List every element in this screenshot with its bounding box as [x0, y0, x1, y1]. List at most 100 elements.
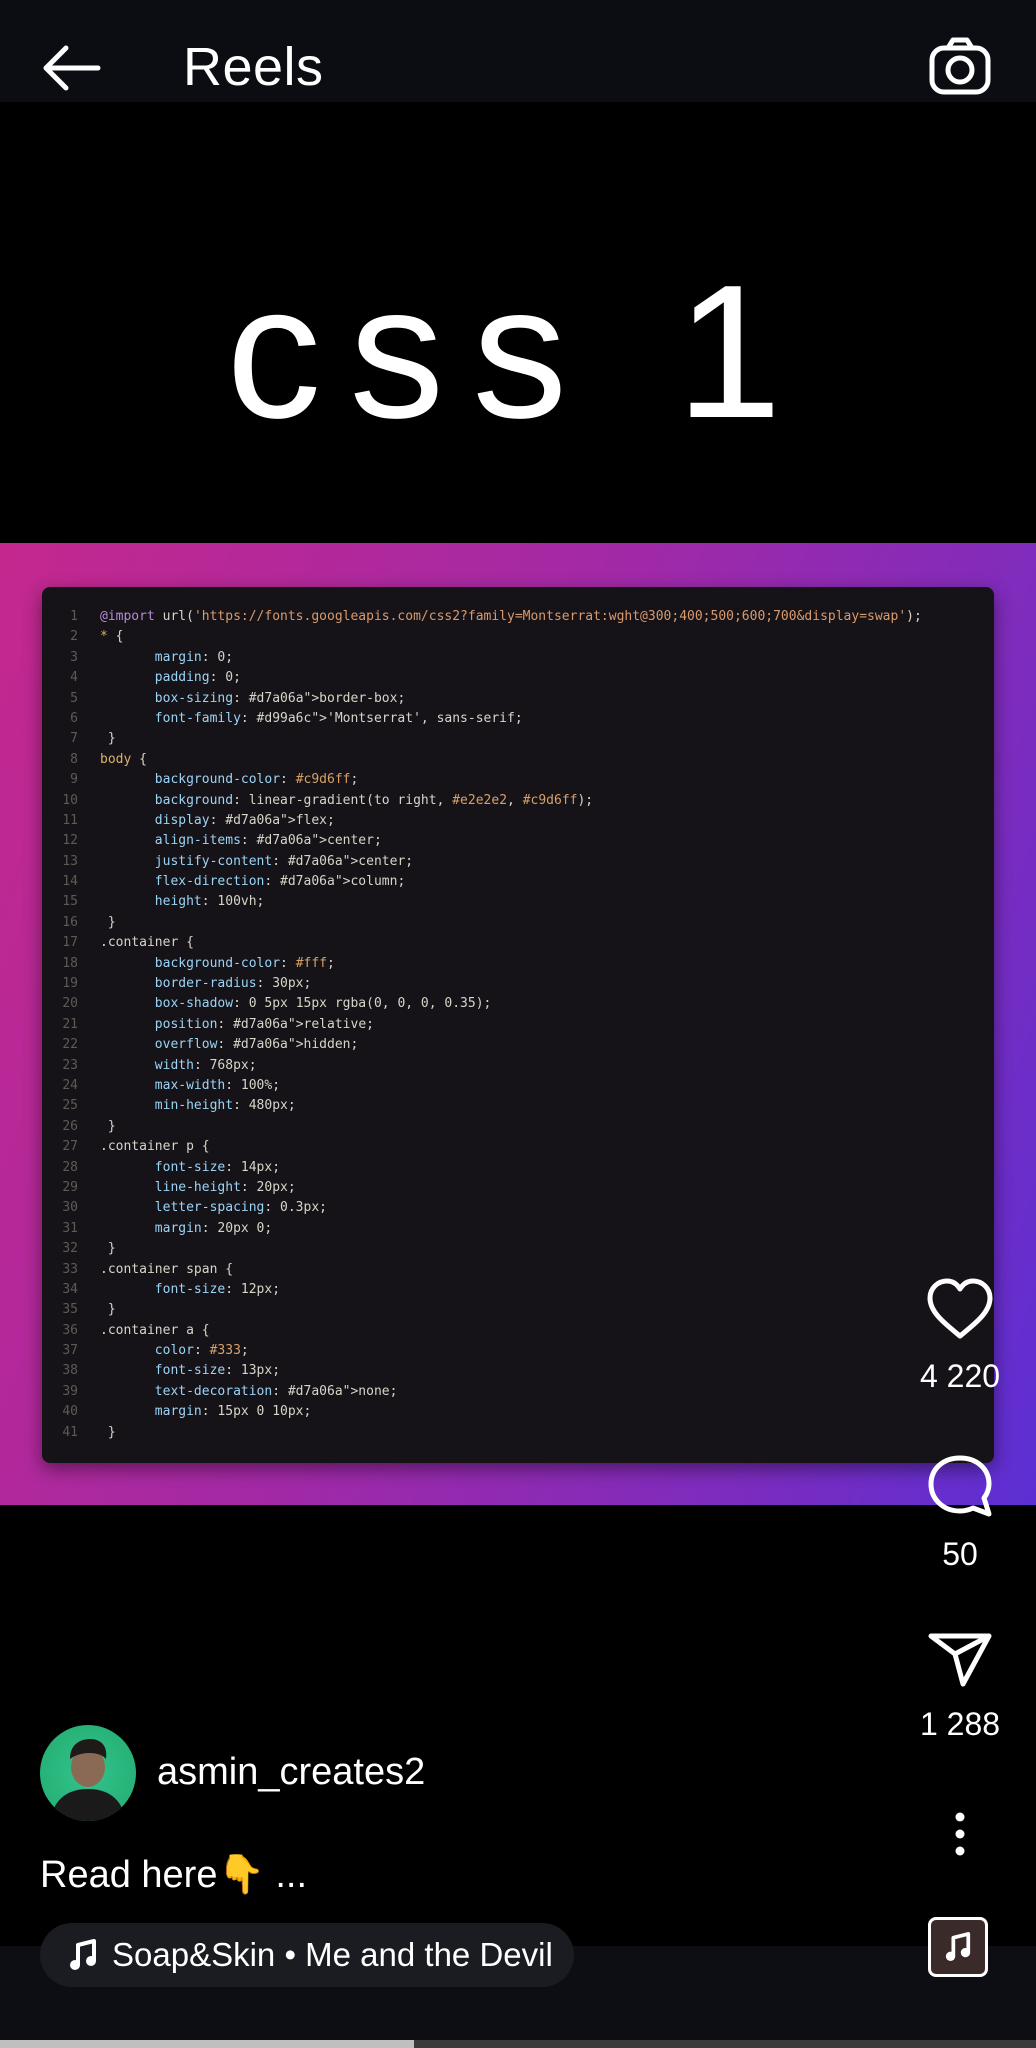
code-line-text: margin: 15px 0 10px;	[154, 1404, 312, 1420]
code-line-number: 15	[62, 894, 78, 910]
code-line-text: background: linear-gradient(to right, #e…	[154, 792, 594, 808]
code-line: 35 }	[42, 1300, 994, 1320]
comment-button[interactable]: 50	[912, 1454, 1008, 1573]
code-line: 26 }	[42, 1117, 994, 1137]
code-line: 5 box-sizing: #d7a06a">border-box;	[42, 689, 994, 709]
code-line-text: * {	[100, 629, 124, 645]
code-line-text: flex-direction: #d7a06a">column;	[154, 874, 406, 890]
code-line-number: 40	[62, 1404, 78, 1420]
code-line: 9 background-color: #c9d6ff;	[42, 770, 994, 790]
more-options-button[interactable]	[952, 1812, 968, 1856]
music-note-icon	[70, 1939, 96, 1970]
music-track-button[interactable]: Soap&Skin • Me and the Devil	[40, 1923, 574, 1987]
like-count: 4 220	[919, 1358, 1001, 1394]
video-progress-bar[interactable]	[0, 2040, 1036, 2048]
code-line-text: .container a {	[100, 1322, 210, 1338]
code-line-text: body {	[100, 751, 147, 767]
code-line: 7 }	[42, 729, 994, 749]
code-line-text: box-shadow: 0 5px 15px rgba(0, 0, 0, 0.3…	[154, 996, 492, 1012]
code-line-text: font-size: 13px;	[154, 1363, 281, 1379]
code-line-number: 10	[62, 792, 78, 808]
code-line: 19 border-radius: 30px;	[42, 974, 994, 994]
code-line-text: min-height: 480px;	[154, 1098, 296, 1114]
code-line-number: 16	[62, 914, 78, 930]
share-button[interactable]: 1 288	[912, 1632, 1008, 1743]
code-line-number: 14	[62, 874, 78, 890]
code-line-text: }	[100, 1241, 116, 1257]
code-line-number: 35	[62, 1302, 78, 1318]
code-line: 18 background-color: #fff;	[42, 954, 994, 974]
code-line: 23 width: 768px;	[42, 1056, 994, 1076]
reel-title-area: css 1	[0, 102, 1036, 543]
like-button[interactable]: 4 220	[912, 1278, 1008, 1395]
profile-photo	[50, 1739, 126, 1821]
code-line-text: background-color: #fff;	[154, 955, 335, 971]
avatar[interactable]	[40, 1725, 136, 1821]
code-line-text: align-items: #d7a06a">center;	[154, 833, 382, 849]
code-line-text: font-size: 14px;	[154, 1159, 281, 1175]
code-line-number: 13	[62, 853, 78, 869]
code-line: 41 }	[42, 1423, 994, 1443]
back-button[interactable]	[40, 40, 102, 96]
code-line-number: 27	[62, 1139, 78, 1155]
code-line: 39 text-decoration: #d7a06a">none;	[42, 1382, 994, 1402]
code-line-number: 3	[70, 649, 78, 665]
code-line-number: 1	[70, 609, 78, 624]
reel-caption[interactable]: Read here👇 ...	[40, 1853, 307, 1897]
code-line: 11 display: #d7a06a">flex;	[42, 811, 994, 831]
code-line: 22 overflow: #d7a06a">hidden;	[42, 1035, 994, 1055]
code-line-number: 7	[70, 731, 78, 747]
code-screenshot: 1 @import url('https://fonts.googleapis.c…	[42, 587, 994, 1463]
code-line-number: 22	[62, 1037, 78, 1053]
code-line-number: 12	[62, 833, 78, 849]
code-line: 13 justify-content: #d7a06a">center;	[42, 852, 994, 872]
code-line-number: 19	[62, 976, 78, 992]
code-line-text: width: 768px;	[154, 1057, 257, 1073]
camera-icon	[929, 37, 991, 95]
code-line-number: 32	[62, 1241, 78, 1257]
code-line-text: position: #d7a06a">relative;	[154, 1016, 374, 1032]
code-line-number: 41	[62, 1424, 78, 1440]
music-track-label: Soap&Skin • Me and the Devil	[112, 1936, 553, 1973]
code-line-number: 29	[62, 1179, 78, 1195]
code-line-number: 26	[62, 1118, 78, 1134]
audio-page-button[interactable]	[928, 1917, 988, 1977]
code-line-number: 6	[70, 710, 78, 726]
comment-count: 50	[942, 1536, 978, 1572]
code-line-text: color: #333;	[154, 1343, 249, 1359]
code-line-number: 37	[62, 1343, 78, 1359]
code-line-text: }	[100, 731, 116, 747]
comment-icon	[928, 1455, 992, 1517]
code-line-text: font-family: #d99a6c">'Montserrat', sans…	[154, 710, 523, 726]
camera-button[interactable]	[928, 34, 992, 98]
code-line: 3 margin: 0;	[42, 648, 994, 668]
code-line: 33 .container span {	[42, 1260, 994, 1280]
code-line-number: 39	[62, 1383, 78, 1399]
code-line: 31 margin: 20px 0;	[42, 1219, 994, 1239]
code-line-number: 30	[62, 1200, 78, 1216]
code-line-text: margin: 0;	[154, 649, 234, 665]
top-bar: Reels	[0, 0, 1036, 102]
code-line: 34 font-size: 12px;	[42, 1280, 994, 1300]
code-line-text: line-height: 20px;	[154, 1179, 296, 1195]
author-username[interactable]: asmin_creates2	[157, 1751, 425, 1794]
code-line: 15 height: 100vh;	[42, 892, 994, 912]
code-line: 12 align-items: #d7a06a">center;	[42, 831, 994, 851]
code-line-number: 2	[70, 629, 78, 645]
code-line: 1 @import url('https://fonts.googleapis.c…	[42, 607, 994, 627]
code-line-number: 34	[62, 1281, 78, 1297]
code-line-number: 17	[62, 935, 78, 951]
code-line-text: text-decoration: #d7a06a">none;	[154, 1383, 398, 1399]
code-line-number: 33	[62, 1261, 78, 1277]
code-line-number: 28	[62, 1159, 78, 1175]
code-line-text: }	[100, 1118, 116, 1134]
code-line: 16 }	[42, 913, 994, 933]
reel-video[interactable]: 1 @import url('https://fonts.googleapis.c…	[0, 543, 1036, 1505]
code-line-text: }	[100, 1302, 116, 1318]
code-line-text: overflow: #d7a06a">hidden;	[154, 1037, 359, 1053]
code-line: 29 line-height: 20px;	[42, 1178, 994, 1198]
code-line: 4 padding: 0;	[42, 668, 994, 688]
code-line-number: 25	[62, 1098, 78, 1114]
code-line: 24 max-width: 100%;	[42, 1076, 994, 1096]
code-line: 36 .container a {	[42, 1321, 994, 1341]
